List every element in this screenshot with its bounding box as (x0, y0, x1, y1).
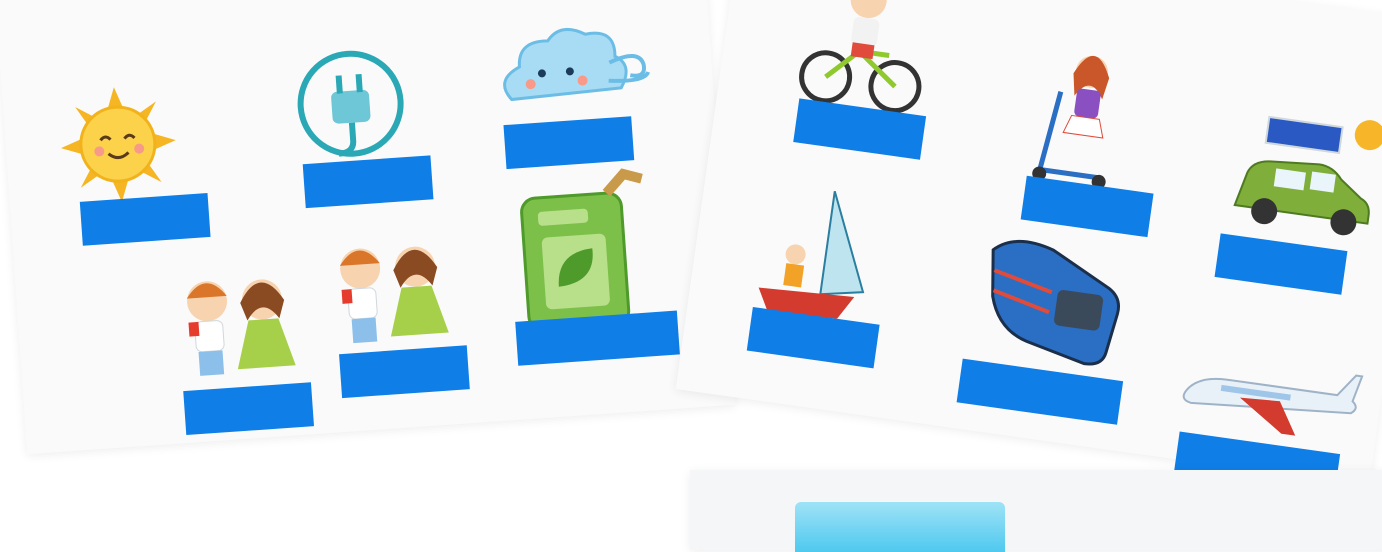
transport-card (675, 0, 1382, 498)
label-box-sun[interactable] (79, 192, 211, 246)
label-box-plug[interactable] (302, 155, 434, 209)
electric-plug-icon (297, 50, 404, 157)
children-dancing-icon (186, 279, 296, 376)
label-box-wind[interactable] (503, 116, 635, 170)
blue-slab-shape (795, 502, 1005, 552)
label-box-children-2[interactable] (339, 345, 470, 399)
label-box-scooter[interactable] (1020, 175, 1154, 238)
bottom-partial-card (690, 470, 1382, 552)
sun-icon (60, 87, 176, 202)
label-box-children-1[interactable] (183, 382, 314, 436)
energy-sources-card (0, 0, 736, 455)
solar-car-icon (1233, 115, 1382, 236)
